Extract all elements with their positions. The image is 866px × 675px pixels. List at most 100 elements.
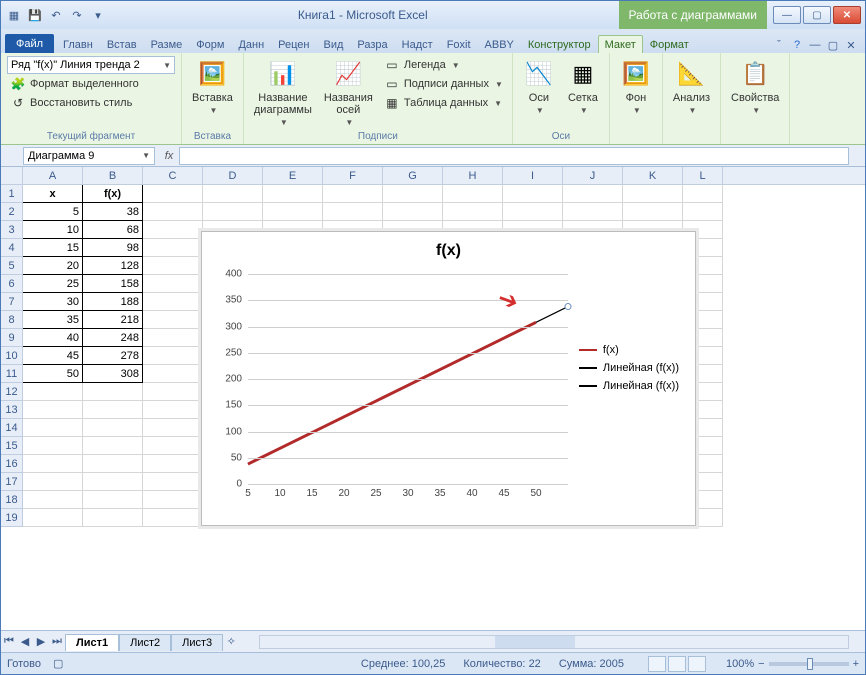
- redo-icon[interactable]: ↷: [68, 6, 86, 24]
- cell-B10[interactable]: 278: [83, 347, 143, 365]
- chart-plot-area[interactable]: [248, 274, 568, 484]
- tab-разме[interactable]: Разме: [144, 35, 190, 53]
- cell-A19[interactable]: [23, 509, 83, 527]
- cell-C12[interactable]: [143, 383, 203, 401]
- col-header-C[interactable]: C: [143, 167, 203, 184]
- tab-встав[interactable]: Встав: [100, 35, 144, 53]
- cell-A13[interactable]: [23, 401, 83, 419]
- cell-C15[interactable]: [143, 437, 203, 455]
- row-header[interactable]: 9: [1, 329, 23, 347]
- tab-форм[interactable]: Форм: [189, 35, 231, 53]
- cell-B12[interactable]: [83, 383, 143, 401]
- chart-legend[interactable]: f(x) Линейная (f(x)) Линейная (f(x)): [579, 338, 679, 398]
- row-header[interactable]: 14: [1, 419, 23, 437]
- legend-item[interactable]: f(x): [579, 344, 679, 356]
- cell-B18[interactable]: [83, 491, 143, 509]
- cell-C4[interactable]: [143, 239, 203, 257]
- tab-надст[interactable]: Надст: [395, 35, 440, 53]
- cell-C10[interactable]: [143, 347, 203, 365]
- insert-shapes-button[interactable]: 🖼️ Вставка▼: [188, 56, 237, 117]
- fx-icon[interactable]: fx: [159, 150, 179, 162]
- cell-C3[interactable]: [143, 221, 203, 239]
- cell-B2[interactable]: 38: [83, 203, 143, 221]
- cell-A15[interactable]: [23, 437, 83, 455]
- tab-chart-2[interactable]: Формат: [643, 35, 696, 53]
- cell-B11[interactable]: 308: [83, 365, 143, 383]
- cell-C11[interactable]: [143, 365, 203, 383]
- cell-I1[interactable]: [503, 185, 563, 203]
- zoom-slider[interactable]: [769, 662, 849, 666]
- undo-icon[interactable]: ↶: [47, 6, 65, 24]
- cell-L1[interactable]: [683, 185, 723, 203]
- select-all-corner[interactable]: [1, 167, 23, 184]
- row-header[interactable]: 1: [1, 185, 23, 203]
- tab-рецен[interactable]: Рецен: [271, 35, 316, 53]
- sheet-nav-last[interactable]: ⏭: [49, 635, 65, 648]
- cell-C13[interactable]: [143, 401, 203, 419]
- cell-E1[interactable]: [263, 185, 323, 203]
- col-header-I[interactable]: I: [503, 167, 563, 184]
- cell-A14[interactable]: [23, 419, 83, 437]
- cell-A18[interactable]: [23, 491, 83, 509]
- cell-F1[interactable]: [323, 185, 383, 203]
- sheet-tab[interactable]: Лист2: [119, 634, 171, 651]
- cell-B16[interactable]: [83, 455, 143, 473]
- close-button[interactable]: ✕: [833, 6, 861, 24]
- cell-E2[interactable]: [263, 203, 323, 221]
- cell-C9[interactable]: [143, 329, 203, 347]
- cell-A12[interactable]: [23, 383, 83, 401]
- cell-C6[interactable]: [143, 275, 203, 293]
- sheet-nav-prev[interactable]: ◀: [17, 635, 33, 648]
- gridlines-button[interactable]: ▦Сетка▼: [563, 56, 603, 117]
- col-header-H[interactable]: H: [443, 167, 503, 184]
- cell-B6[interactable]: 158: [83, 275, 143, 293]
- sheet-nav-first[interactable]: ⏮: [1, 635, 17, 648]
- view-layout-button[interactable]: [668, 656, 686, 672]
- sheet-tab[interactable]: Лист3: [171, 634, 223, 651]
- cell-C16[interactable]: [143, 455, 203, 473]
- data-table-button[interactable]: ▦Таблица данных▼: [381, 94, 506, 112]
- cell-C8[interactable]: [143, 311, 203, 329]
- legend-item[interactable]: Линейная (f(x)): [579, 362, 679, 374]
- chart-element-combo[interactable]: Ряд "f(x)" Линия тренда 2▼: [7, 56, 175, 74]
- qat-more-icon[interactable]: ▾: [89, 6, 107, 24]
- col-header-K[interactable]: K: [623, 167, 683, 184]
- row-header[interactable]: 17: [1, 473, 23, 491]
- legend-item[interactable]: Линейная (f(x)): [579, 380, 679, 392]
- axis-titles-button[interactable]: 📈Названия осей▼: [320, 56, 377, 129]
- cell-H1[interactable]: [443, 185, 503, 203]
- tab-вид[interactable]: Вид: [317, 35, 351, 53]
- cell-J2[interactable]: [563, 203, 623, 221]
- cell-B17[interactable]: [83, 473, 143, 491]
- cell-G1[interactable]: [383, 185, 443, 203]
- tab-chart-0[interactable]: Конструктор: [521, 35, 598, 53]
- mdi-minimize-icon[interactable]: ―: [807, 37, 823, 53]
- row-header[interactable]: 5: [1, 257, 23, 275]
- cell-C18[interactable]: [143, 491, 203, 509]
- cell-A1[interactable]: x: [23, 185, 83, 203]
- format-selection-button[interactable]: 🧩Формат выделенного: [7, 75, 175, 93]
- zoom-out-button[interactable]: −: [758, 658, 764, 670]
- help-icon[interactable]: ?: [789, 37, 805, 53]
- col-header-L[interactable]: L: [683, 167, 723, 184]
- row-header[interactable]: 11: [1, 365, 23, 383]
- row-header[interactable]: 18: [1, 491, 23, 509]
- col-header-G[interactable]: G: [383, 167, 443, 184]
- cell-A7[interactable]: 30: [23, 293, 83, 311]
- cell-A4[interactable]: 15: [23, 239, 83, 257]
- row-header[interactable]: 4: [1, 239, 23, 257]
- cell-L2[interactable]: [683, 203, 723, 221]
- cell-B14[interactable]: [83, 419, 143, 437]
- cell-B1[interactable]: f(x): [83, 185, 143, 203]
- analysis-button[interactable]: 📐Анализ▼: [669, 56, 714, 117]
- mdi-close-icon[interactable]: ✕: [843, 37, 859, 53]
- row-header[interactable]: 3: [1, 221, 23, 239]
- row-header[interactable]: 19: [1, 509, 23, 527]
- chart-series[interactable]: [248, 322, 536, 464]
- cell-A5[interactable]: 20: [23, 257, 83, 275]
- ribbon-minimize-icon[interactable]: ˇ: [771, 37, 787, 53]
- tab-данн[interactable]: Данн: [231, 35, 271, 53]
- minimize-button[interactable]: ―: [773, 6, 801, 24]
- chart-title-button[interactable]: 📊Название диаграммы▼: [250, 56, 316, 129]
- cell-D2[interactable]: [203, 203, 263, 221]
